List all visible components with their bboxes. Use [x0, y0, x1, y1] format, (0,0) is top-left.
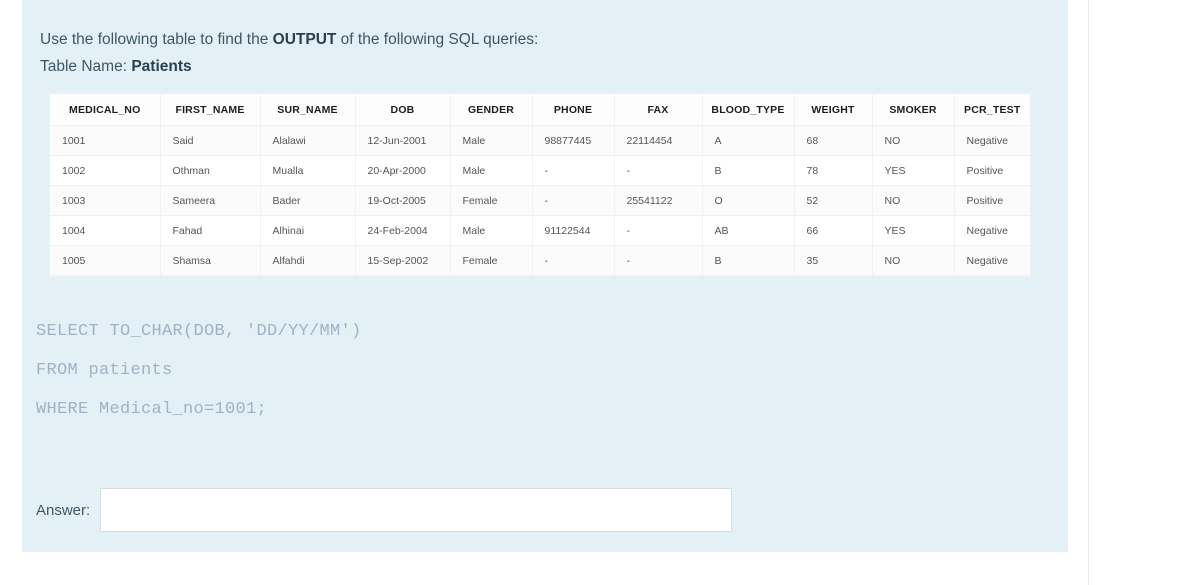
table-cell: Alfahdi — [260, 245, 356, 276]
table-cell: 98877445 — [532, 125, 615, 156]
answer-label: Answer: — [36, 501, 91, 519]
prompt-line-1-before: Use the following table to find the — [40, 31, 273, 48]
table-cell: 91122544 — [532, 215, 615, 246]
table-column-header-medical_no: MEDICAL_NO — [50, 94, 161, 126]
table-cell: 12-Jun-2001 — [355, 125, 451, 156]
table-cell: Positive — [954, 185, 1030, 216]
table-cell: Positive — [954, 155, 1030, 186]
answer-input[interactable] — [100, 488, 733, 532]
sql-line-2: FROM patients — [36, 361, 173, 380]
table-cell: Sameera — [160, 185, 261, 216]
table-cell: Negative — [954, 245, 1030, 276]
table-row: 1005 Shamsa Alfahdi 15-Sep-2002 Female - - B 35 N… — [50, 245, 1030, 276]
table-name-value: Patients — [131, 58, 192, 75]
page-divider — [1088, 0, 1089, 585]
table-cell: NO — [872, 245, 955, 276]
prompt-block: Use the following table to find the OUTP… — [40, 26, 1000, 80]
table-cell: - — [614, 155, 703, 186]
prompt-line-1-after: of the following SQL queries: — [336, 31, 539, 48]
answer-row: Answer: — [36, 488, 733, 532]
table-cell: NO — [872, 125, 955, 156]
table-cell: - — [614, 245, 703, 276]
sql-line-1: SELECT TO_CHAR(DOB, 'DD/YY/MM') — [36, 322, 362, 341]
table-column-header-sur_name: SUR_NAME — [260, 94, 356, 126]
patients-table: MEDICAL_NO FIRST_NAME SUR_NAME DOB GENDER PHO… — [50, 94, 1030, 276]
table-row: 1002 Othman Mualla 20-Apr-2000 Male - - B 78 YES P… — [50, 155, 1030, 186]
table-cell: NO — [872, 185, 955, 216]
table-cell: Alhinai — [260, 215, 356, 246]
table-cell: Male — [450, 155, 533, 186]
table-cell: Alalawi — [260, 125, 356, 156]
table-header: MEDICAL_NO FIRST_NAME SUR_NAME DOB GENDER PHO… — [50, 94, 1030, 126]
table-cell: Mualla — [260, 155, 356, 186]
table-cell: 66 — [794, 215, 873, 246]
table-name-label: Table Name: — [40, 58, 132, 75]
table-column-header-smoker: SMOKER — [872, 94, 955, 126]
table-cell: 35 — [794, 245, 873, 276]
table-row: 1003 Sameera Bader 19-Oct-2005 Female -255411… — [50, 185, 1030, 216]
table-cell: - — [532, 245, 615, 276]
table-cell: 19-Oct-2005 — [355, 185, 451, 216]
table-cell: 1004 — [50, 215, 161, 246]
table-cell: 15-Sep-2002 — [355, 245, 451, 276]
table-cell: B — [702, 155, 795, 186]
table-cell: 1005 — [50, 245, 161, 276]
table-column-header-fax: FAX — [614, 94, 703, 126]
table-cell: - — [614, 215, 703, 246]
sql-line-3: WHERE Medical_no=1001; — [36, 400, 268, 419]
table-header-row: MEDICAL_NO FIRST_NAME SUR_NAME DOB GENDER PHO… — [50, 94, 1030, 126]
page-root: Use the following table to find the OUTP… — [0, 0, 1200, 585]
table-column-header-dob: DOB — [355, 94, 451, 126]
table-cell: YES — [872, 215, 955, 246]
table-cell: AB — [702, 215, 795, 246]
table-cell: 68 — [794, 125, 873, 156]
table-cell: 1003 — [50, 185, 161, 216]
table-cell: Female — [450, 245, 533, 276]
table-column-header-weight: WEIGHT — [794, 94, 873, 126]
table-cell: Female — [450, 185, 533, 216]
table-column-header-pcr_test: PCR_TEST — [954, 94, 1030, 126]
table-row: 1004 Fahad Alhinai 24-Feb-2004 Male 91122544-… — [50, 215, 1030, 246]
table-cell: A — [702, 125, 795, 156]
table-cell: Fahad — [160, 215, 261, 246]
patients-table-container: MEDICAL_NO FIRST_NAME SUR_NAME DOB GENDER PHO… — [50, 94, 1030, 276]
table-cell: Male — [450, 215, 533, 246]
table-cell: Negative — [954, 215, 1030, 246]
table-cell: 25541122 — [614, 185, 703, 216]
table-column-header-phone: PHONE — [532, 94, 615, 126]
table-column-header-gender: GENDER — [450, 94, 533, 126]
question-panel: Use the following table to find the OUTP… — [22, 0, 1068, 552]
table-column-header-blood_type: BLOOD_TYPE — [702, 94, 795, 126]
table-body: 1001 Said Alalawi 12-Jun-2001 Male 98877445 22… — [50, 125, 1030, 276]
prompt-line-1: Use the following table to find the OUTP… — [40, 26, 1000, 53]
table-cell: 78 — [794, 155, 873, 186]
table-cell: 1001 — [50, 125, 161, 156]
table-cell: 52 — [794, 185, 873, 216]
table-cell: Said — [160, 125, 261, 156]
table-cell: 20-Apr-2000 — [355, 155, 451, 186]
table-cell: B — [702, 245, 795, 276]
table-cell: - — [532, 155, 615, 186]
table-cell: YES — [872, 155, 955, 186]
table-cell: 22114454 — [614, 125, 703, 156]
table-cell: Bader — [260, 185, 356, 216]
table-cell: O — [702, 185, 795, 216]
table-cell: Othman — [160, 155, 261, 186]
table-cell: - — [532, 185, 615, 216]
table-cell: Male — [450, 125, 533, 156]
table-cell: Shamsa — [160, 245, 261, 276]
table-cell: 1002 — [50, 155, 161, 186]
table-cell: Negative — [954, 125, 1030, 156]
table-cell: 24-Feb-2004 — [355, 215, 451, 246]
prompt-line-2: Table Name: Patients — [40, 53, 1000, 80]
table-row: 1001 Said Alalawi 12-Jun-2001 Male 98877445 22… — [50, 125, 1030, 156]
prompt-output-emphasis: OUTPUT — [272, 31, 337, 48]
table-column-header-first_name: FIRST_NAME — [160, 94, 261, 126]
sql-query-block: SELECT TO_CHAR(DOB, 'DD/YY/MM') FROM pati… — [36, 312, 362, 429]
